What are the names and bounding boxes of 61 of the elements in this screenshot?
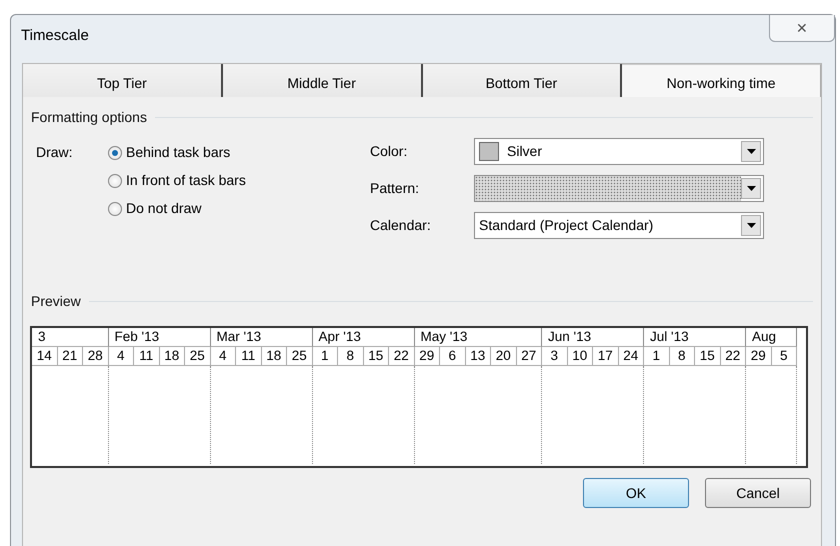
week-header: 18 (262, 347, 287, 366)
pattern-label: Pattern: (370, 179, 420, 198)
calendar-dropdown[interactable]: Standard (Project Calendar) (474, 212, 764, 239)
week-header: 21 (58, 347, 83, 366)
tab[interactable]: Middle Tier (222, 64, 422, 97)
week-header: 24 (618, 347, 644, 366)
week-header: 5 (772, 347, 797, 366)
week-header: 4 (108, 347, 134, 366)
month-header: 3 (32, 328, 108, 347)
radio-button[interactable] (108, 146, 122, 160)
week-header: 15 (695, 347, 720, 366)
week-header: 14 (32, 347, 58, 366)
month-header: Jul '13 (644, 328, 746, 347)
group-title: Preview (31, 292, 81, 311)
week-header: 29 (414, 347, 440, 366)
week-header: 13 (466, 347, 491, 366)
week-header: 8 (670, 347, 695, 366)
month-header: Aug (746, 328, 797, 347)
week-header: 11 (134, 347, 160, 366)
week-header: 6 (440, 347, 466, 366)
group-title: Formatting options (31, 108, 147, 127)
month-header: Apr '13 (312, 328, 414, 347)
radio-label[interactable]: In front of task bars (126, 170, 246, 191)
calendar-label: Calendar: (370, 216, 432, 235)
week-header: 22 (389, 347, 414, 366)
radio-button[interactable] (108, 174, 122, 188)
color-label: Color: (370, 142, 408, 161)
dialog-button[interactable]: OK (583, 478, 689, 508)
draw-label: Draw: (36, 143, 74, 162)
week-header: 17 (593, 347, 618, 366)
month-header: Feb '13 (108, 328, 210, 347)
month-header: May '13 (414, 328, 542, 347)
week-header: 25 (185, 347, 210, 366)
week-header: 25 (287, 347, 312, 366)
month-header: Jun '13 (542, 328, 644, 347)
week-header: 22 (720, 347, 746, 366)
week-header: 10 (568, 347, 593, 366)
week-header: 18 (160, 347, 185, 366)
week-header: 1 (312, 347, 338, 366)
tab[interactable]: Non-working time (622, 64, 821, 97)
week-header: 3 (542, 347, 568, 366)
dialog-button[interactable]: Cancel (705, 478, 811, 508)
radio-label[interactable]: Do not draw (126, 198, 202, 219)
pattern-dropdown[interactable] (474, 175, 764, 202)
month-header: Mar '13 (210, 328, 312, 347)
window-title: Timescale (21, 26, 89, 46)
week-header: 8 (338, 347, 364, 366)
week-header: 20 (491, 347, 516, 366)
color-dropdown[interactable]: Silver (474, 138, 764, 165)
week-header: 11 (236, 347, 262, 366)
week-header: 15 (364, 347, 389, 366)
week-header: 4 (210, 347, 236, 366)
radio-label[interactable]: Behind task bars (126, 142, 230, 163)
close-button[interactable]: ✕ (769, 15, 835, 42)
week-header: 27 (516, 347, 542, 366)
tab[interactable]: Top Tier (23, 64, 223, 97)
tab[interactable]: Bottom Tier (422, 64, 622, 97)
week-header: 28 (83, 347, 108, 366)
radio-button[interactable] (108, 202, 122, 216)
week-header: 29 (746, 347, 772, 366)
week-header: 1 (644, 347, 670, 366)
